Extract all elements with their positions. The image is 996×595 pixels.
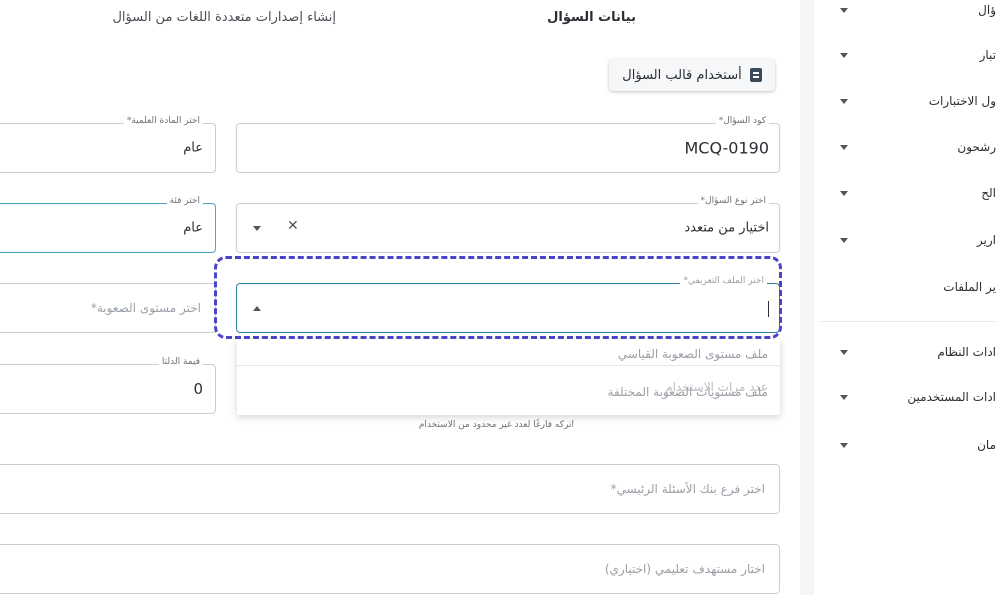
dropdown-option-standard[interactable]: ملف مستوى الصعوبة القياسي bbox=[618, 347, 768, 361]
chevron-down-icon bbox=[840, 99, 848, 104]
use-question-template-label: أستخدام قالب السؤال bbox=[622, 67, 742, 83]
category-value: عام bbox=[183, 220, 203, 236]
subject-label: اختر المادة العلمية* bbox=[123, 116, 203, 126]
main-bank-branch-placeholder: اختر فرع بنك الأسئلة الرئيسي* bbox=[610, 482, 765, 496]
sidebar-item-label: تبار bbox=[979, 48, 996, 62]
sidebar-item-candidates[interactable]: رشحون bbox=[814, 137, 996, 161]
chevron-down-icon bbox=[840, 145, 848, 150]
sidebar-item-label: ارير bbox=[976, 233, 996, 247]
sidebar-item-label: رشحون bbox=[957, 140, 996, 154]
document-icon bbox=[749, 68, 762, 82]
question-code-label: كود السؤال* bbox=[715, 116, 769, 126]
learning-target-select[interactable]: اختار مستهدف تعليمي (اختياري) bbox=[0, 544, 780, 594]
dropdown-option-varied[interactable]: ملف مستويات الصعوبة المختلفة bbox=[608, 385, 768, 399]
sidebar-item-label: ير الملفات bbox=[943, 280, 996, 294]
focus-highlight bbox=[214, 256, 782, 339]
usage-hint: اتركه فارغًا لعدد غير محدود من الاستخدام bbox=[418, 420, 574, 430]
sidebar-gutter bbox=[800, 0, 814, 595]
sidebar-item-user-settings[interactable]: ادات المستخدمين bbox=[814, 387, 996, 411]
sidebar-item-system-settings[interactable]: ادات النظام bbox=[814, 342, 996, 366]
tab-question-data[interactable]: بيانات السؤال bbox=[547, 10, 636, 25]
sidebar-item-label: ول الاختبارات bbox=[928, 94, 996, 108]
difficulty-select[interactable]: اختر مستوى الصعوبة* bbox=[0, 283, 216, 333]
main-bank-branch-select[interactable]: اختر فرع بنك الأسئلة الرئيسي* bbox=[0, 464, 780, 514]
sidebar-divider bbox=[820, 321, 996, 322]
question-code-value: MCQ-0190 bbox=[684, 138, 769, 158]
category-label: اختر فئة bbox=[166, 196, 203, 206]
sidebar-item-label: مان bbox=[977, 438, 996, 452]
chevron-down-icon bbox=[840, 350, 848, 355]
sidebar-item-label: ادات النظام bbox=[937, 345, 996, 359]
chevron-down-icon bbox=[840, 191, 848, 196]
learning-target-placeholder: اختار مستهدف تعليمي (اختياري) bbox=[604, 562, 765, 576]
sidebar-item-tests[interactable]: تبار bbox=[814, 45, 996, 69]
chevron-down-icon[interactable] bbox=[253, 226, 261, 231]
delta-input[interactable]: قيمة الدلتا 0 bbox=[0, 357, 216, 414]
sidebar-item-label: ؤال bbox=[978, 3, 996, 17]
sidebar-item-questions[interactable]: ؤال bbox=[814, 0, 996, 24]
dropdown-divider bbox=[237, 365, 780, 366]
chevron-down-icon bbox=[840, 443, 848, 448]
main-content: إنشاء إصدارات متعددة اللغات من السؤال بي… bbox=[0, 0, 800, 595]
subject-select[interactable]: اختر المادة العلمية* عام bbox=[0, 116, 216, 173]
use-question-template-button[interactable]: أستخدام قالب السؤال bbox=[609, 59, 775, 91]
sidebar-item-label: ادات المستخدمين bbox=[907, 390, 996, 404]
sidebar-item-reports[interactable]: ارير bbox=[814, 230, 996, 254]
subject-value: عام bbox=[183, 140, 203, 156]
question-type-select[interactable]: اختر نوع السؤال* اختيار من متعدد ✕ bbox=[236, 196, 780, 253]
sidebar-item-results[interactable]: الح bbox=[814, 183, 996, 207]
question-code-field[interactable]: كود السؤال* MCQ-0190 bbox=[236, 116, 780, 173]
question-type-value: اختيار من متعدد bbox=[684, 220, 769, 236]
sidebar-item-security[interactable]: مان bbox=[814, 435, 996, 459]
chevron-down-icon bbox=[840, 395, 848, 400]
category-select[interactable]: اختر فئة عام bbox=[0, 196, 216, 253]
chevron-down-icon bbox=[840, 238, 848, 243]
difficulty-placeholder: اختر مستوى الصعوبة* bbox=[90, 301, 201, 315]
clear-icon[interactable]: ✕ bbox=[287, 218, 299, 234]
profile-file-dropdown: ملف مستوى الصعوبة القياسي عدد مرات الاست… bbox=[237, 339, 780, 415]
chevron-down-icon bbox=[840, 8, 848, 13]
chevron-down-icon bbox=[840, 53, 848, 58]
sidebar-item-test-schedules[interactable]: ول الاختبارات bbox=[814, 91, 996, 115]
delta-value: 0 bbox=[193, 380, 203, 398]
sidebar-item-label: الح bbox=[981, 186, 996, 200]
tab-multilingual-versions[interactable]: إنشاء إصدارات متعددة اللغات من السؤال bbox=[112, 10, 336, 25]
question-type-label: اختر نوع السؤال* bbox=[697, 196, 769, 206]
sidebar: ؤال تبار ول الاختبارات رشحون الح ارير ير… bbox=[814, 0, 996, 595]
delta-label: قيمة الدلتا bbox=[158, 357, 203, 367]
sidebar-item-file-manager[interactable]: ير الملفات bbox=[814, 277, 996, 301]
